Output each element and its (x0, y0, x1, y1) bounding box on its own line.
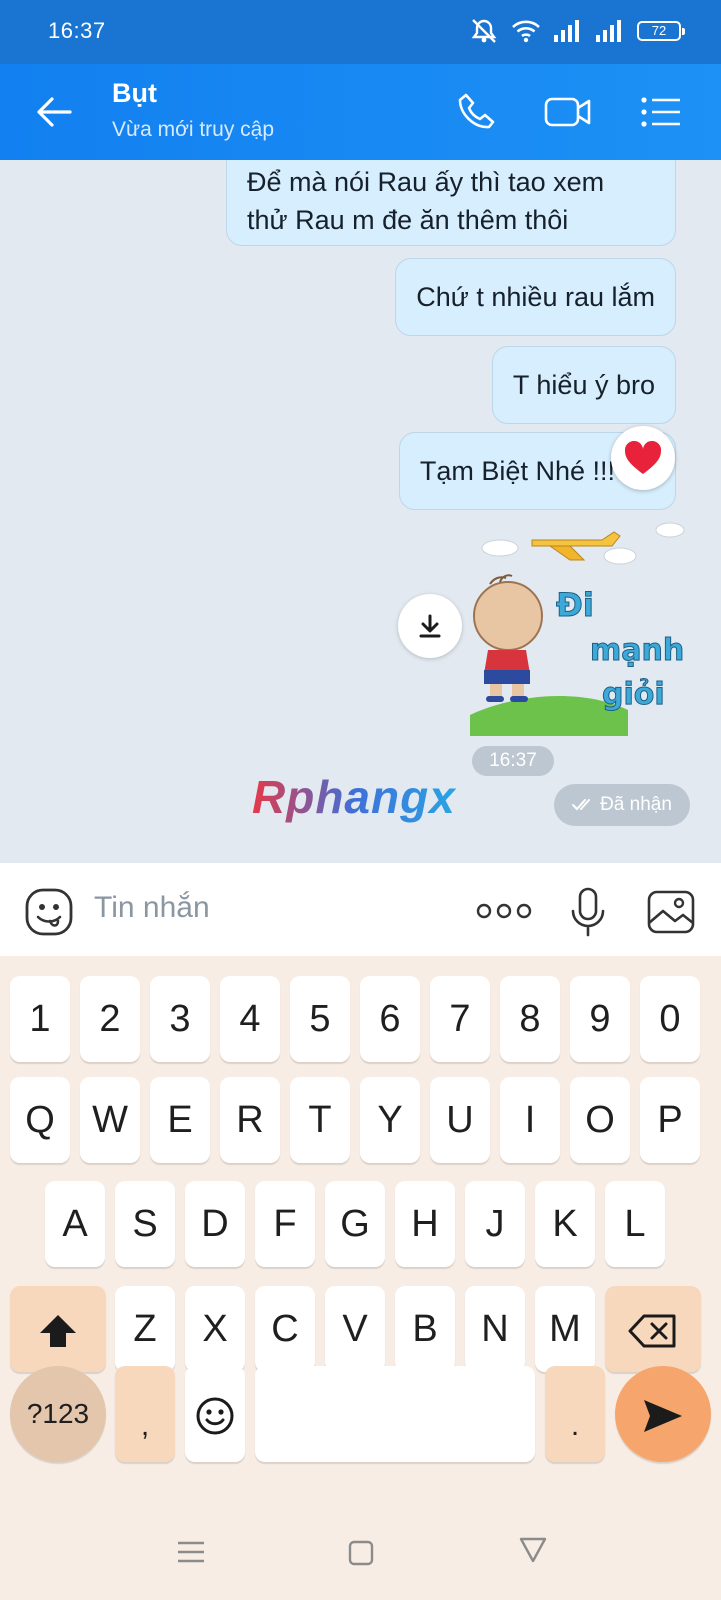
status-bar: 16:37 72 (0, 0, 721, 64)
key[interactable]: H (395, 1181, 455, 1267)
status-icons: 72 (469, 18, 685, 44)
key[interactable]: E (150, 1077, 210, 1163)
sticker-text: giỏi (602, 677, 665, 712)
double-check-icon (572, 799, 591, 811)
smiley-icon (196, 1397, 234, 1435)
key[interactable]: F (255, 1181, 315, 1267)
message-timestamp: 16:37 (472, 746, 554, 776)
backspace-icon (628, 1314, 676, 1348)
emoji-sticker-icon[interactable] (24, 887, 74, 937)
key[interactable]: L (605, 1181, 665, 1267)
heart-reaction-icon[interactable] (611, 426, 675, 490)
sticker-image[interactable]: Đi mạnh giỏi (470, 520, 690, 740)
mute-icon (471, 19, 497, 43)
space-key[interactable] (255, 1366, 535, 1462)
recent-apps-icon[interactable] (176, 1540, 206, 1564)
contact-name[interactable]: Bụt (112, 78, 157, 109)
message-input[interactable]: Tin nhắn (94, 891, 210, 925)
send-icon (644, 1399, 682, 1432)
shift-arrow-icon (40, 1314, 76, 1347)
key[interactable]: G (325, 1181, 385, 1267)
send-key[interactable] (615, 1366, 711, 1462)
key[interactable]: D (185, 1181, 245, 1267)
key[interactable]: 8 (500, 976, 560, 1062)
key[interactable]: C (255, 1286, 315, 1372)
key[interactable]: P (640, 1077, 700, 1163)
message-bubble[interactable]: Chứ t nhiều rau lắm (395, 258, 676, 336)
key[interactable]: Z (115, 1286, 175, 1372)
key[interactable]: N (465, 1286, 525, 1372)
key[interactable]: B (395, 1286, 455, 1372)
message-bubble[interactable]: Để mà nói Rau ấy thì tao xem thử Rau m đ… (226, 160, 676, 246)
key[interactable]: 7 (430, 976, 490, 1062)
delivery-status-badge: Đã nhận (554, 784, 690, 826)
key[interactable]: 1 (10, 976, 70, 1062)
contact-status: Vừa mới truy cập (112, 118, 275, 141)
menu-icon[interactable] (640, 90, 682, 134)
key[interactable]: O (570, 1077, 630, 1163)
key[interactable]: U (430, 1077, 490, 1163)
key[interactable]: J (465, 1181, 525, 1267)
key[interactable]: V (325, 1286, 385, 1372)
back-nav-icon[interactable] (518, 1536, 548, 1564)
delivery-status-label: Đã nhận (600, 794, 672, 815)
phone-call-icon[interactable] (454, 90, 498, 134)
microphone-icon[interactable] (568, 887, 608, 937)
period-key[interactable]: . (545, 1366, 605, 1462)
back-arrow-icon[interactable] (34, 92, 74, 132)
shift-key[interactable] (10, 1286, 106, 1372)
key[interactable]: M (535, 1286, 595, 1372)
wifi-icon (512, 20, 540, 43)
symbols-key[interactable]: ?123 (10, 1366, 106, 1462)
emoji-key[interactable] (185, 1366, 245, 1462)
key[interactable]: Y (360, 1077, 420, 1163)
status-time: 16:37 (48, 18, 106, 43)
key[interactable]: 3 (150, 976, 210, 1062)
video-call-icon[interactable] (544, 90, 592, 134)
key[interactable]: 0 (640, 976, 700, 1062)
key[interactable]: A (45, 1181, 105, 1267)
backspace-key[interactable] (605, 1286, 701, 1372)
key[interactable]: R (220, 1077, 280, 1163)
signal-icon (554, 20, 579, 42)
system-navigation-bar (0, 1504, 721, 1600)
message-line: Để mà nói Rau ấy thì tao xem (247, 167, 605, 197)
key[interactable]: K (535, 1181, 595, 1267)
key[interactable]: 2 (80, 976, 140, 1062)
chat-header: Bụt Vừa mới truy cập (0, 64, 721, 160)
on-screen-keyboard: 1 2 3 4 5 6 7 8 9 0 Q W E R T Y U I O P … (0, 956, 721, 1600)
home-icon[interactable] (348, 1540, 374, 1566)
signal-icon (596, 20, 621, 42)
message-list[interactable]: Để mà nói Rau ấy thì tao xem thử Rau m đ… (0, 160, 721, 860)
key[interactable]: T (290, 1077, 350, 1163)
key[interactable]: 6 (360, 976, 420, 1062)
comma-key[interactable]: , (115, 1366, 175, 1462)
sticker-text: mạnh (590, 633, 684, 668)
sticker-text: Đi (556, 586, 594, 624)
watermark-text: Rphangx (252, 771, 456, 823)
key[interactable]: 5 (290, 976, 350, 1062)
key[interactable]: S (115, 1181, 175, 1267)
download-icon[interactable] (398, 594, 462, 658)
key[interactable]: W (80, 1077, 140, 1163)
message-line: thử Rau m đe ăn thêm thôi (247, 205, 569, 235)
key[interactable]: Q (10, 1077, 70, 1163)
key[interactable]: 4 (220, 976, 280, 1062)
key[interactable]: X (185, 1286, 245, 1372)
message-bubble[interactable]: T hiểu ý bro (491, 346, 676, 424)
message-composer: Tin nhắn (0, 862, 721, 956)
battery-indicator: 72 (637, 21, 685, 41)
key[interactable]: I (500, 1077, 560, 1163)
more-options-icon[interactable] (476, 899, 532, 923)
image-gallery-icon[interactable] (646, 889, 696, 935)
key[interactable]: 9 (570, 976, 630, 1062)
